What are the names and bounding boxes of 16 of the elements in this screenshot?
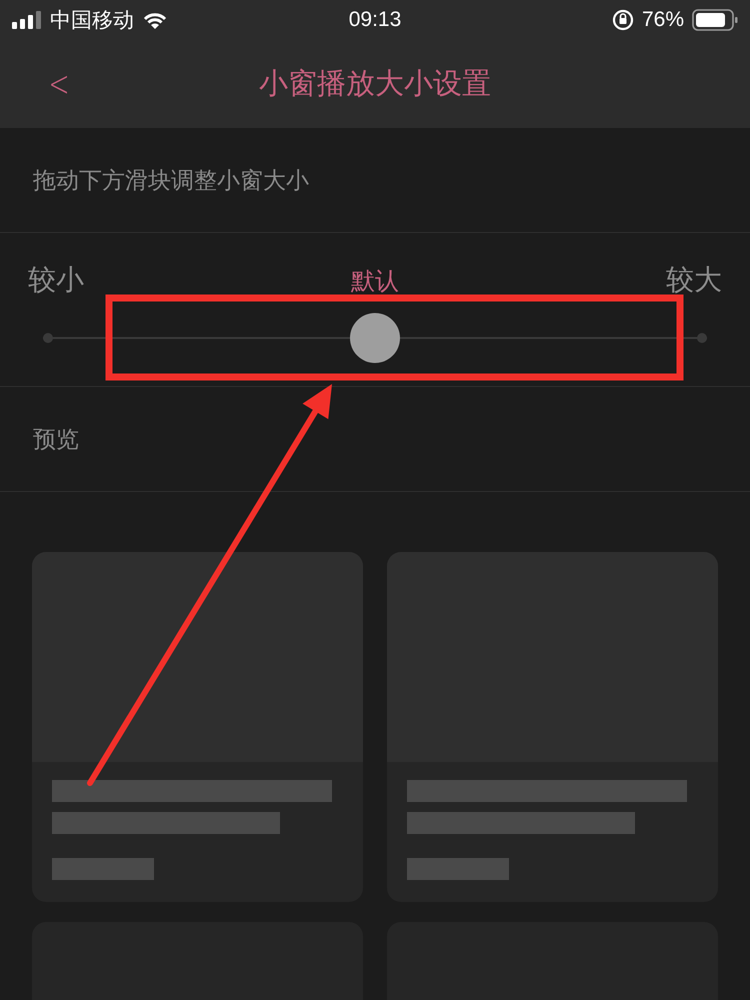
track-end-dot [43,333,53,343]
size-label: 默认 [351,266,399,297]
size-label: 较小 [28,262,84,298]
page-title: 小窗播放大小设置 [259,65,491,102]
carrier-name: 中国移动 [50,7,134,34]
rotation-lock-icon [612,9,634,31]
size-label: 较大 [666,262,722,298]
slider-thumb[interactable] [350,313,400,363]
signal-icon [12,11,42,29]
clock-time: 09:13 [348,8,402,32]
battery-icon [692,9,738,31]
section-title: 预览 [33,426,79,454]
hint-text: 拖动下方滑块调整小窗大小 [33,166,309,196]
back-button[interactable]: < [46,64,72,104]
track-end-dot [697,333,707,343]
battery-percent: 76% [642,8,684,32]
